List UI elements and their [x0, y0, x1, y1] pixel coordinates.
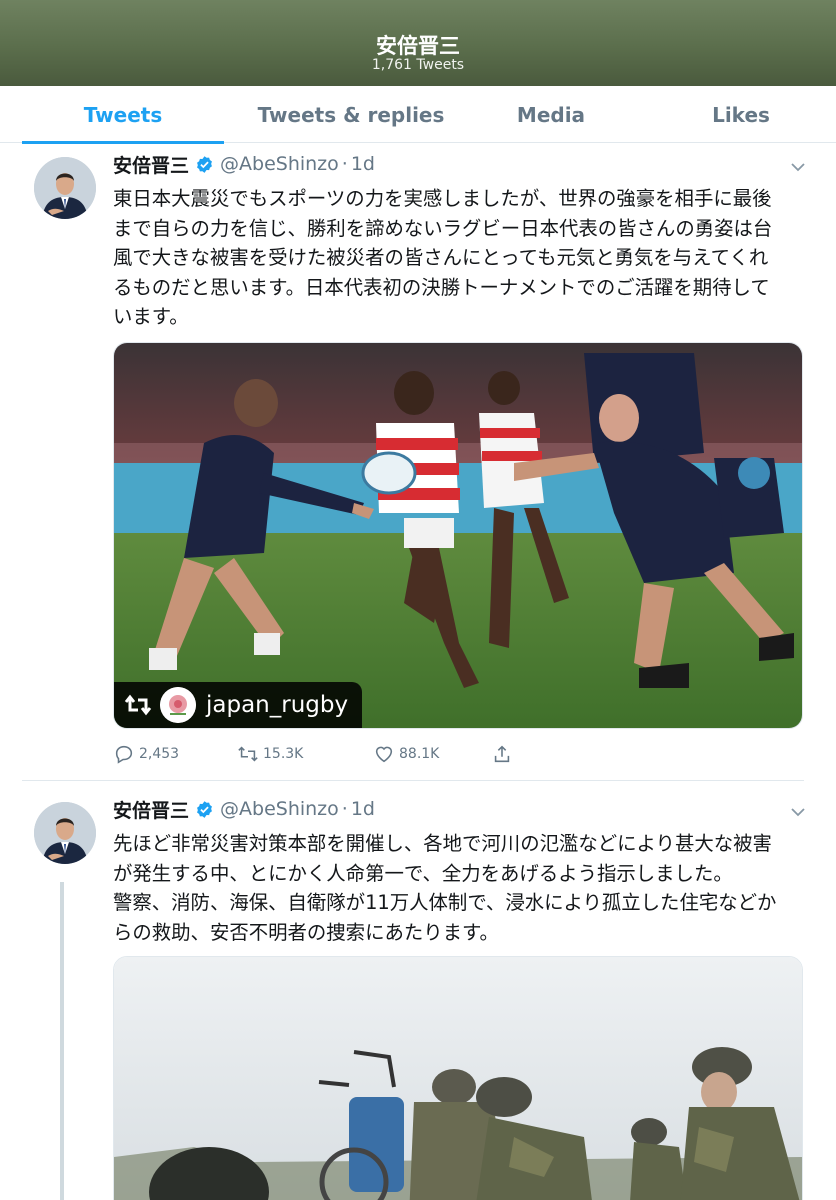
chevron-down-icon[interactable] — [790, 804, 806, 820]
profile-tabs: Tweets Tweets & replies Media Likes — [0, 86, 836, 144]
rescue-photo — [114, 957, 802, 1200]
tweet-handle[interactable]: @AbeShinzo — [220, 798, 339, 820]
chevron-down-icon[interactable] — [790, 159, 806, 175]
tweet-text-line: るものだと思います。日本代表初の決勝トーナメントでのご活躍を期待して — [113, 275, 770, 299]
tweet-timestamp[interactable]: 1d — [351, 153, 375, 175]
tweet-separator: · — [341, 798, 348, 820]
verified-icon — [197, 155, 212, 173]
tweet-text-line: います。 — [113, 305, 189, 328]
retweet-icon — [238, 746, 258, 762]
tweet-text-line: まで自らの力を信じ、勝利を諦めないラグビー日本代表の皆さんの勇姿は台 — [113, 216, 773, 240]
share-button[interactable] — [491, 743, 517, 765]
retweet-icon — [124, 694, 152, 716]
reply-count: 2,453 — [139, 746, 180, 762]
tweet-text-line: 風で大きな被害を受けた被災者の皆さんにとっても元気と勇気を与えてくれ — [113, 246, 769, 269]
share-icon — [494, 745, 510, 763]
like-count: 88.1K — [399, 746, 440, 762]
tweet-separator: · — [341, 153, 348, 175]
retweet-attribution[interactable]: japan_rugby — [114, 682, 362, 728]
profile-header: 安倍晋三 1,761 Tweets — [0, 0, 836, 86]
avatar[interactable] — [34, 802, 96, 864]
tweet-text-line: 先ほど非常災害対策本部を開催し、各地で河川の氾濫などにより甚大な被害 — [113, 832, 772, 855]
like-icon — [375, 746, 393, 763]
tab-likes[interactable]: Likes — [646, 86, 836, 143]
tweet-text-line: 東日本大震災でもスポーツの力を実感しましたが、世界の強豪を相手に最後 — [113, 187, 772, 210]
tweet-media-image[interactable] — [113, 956, 803, 1200]
rugby-photo — [114, 343, 802, 728]
like-button[interactable]: 88.1K — [373, 743, 491, 765]
tweet-actions: 2,453 15.3K 88.1K — [113, 742, 517, 766]
tweet-handle[interactable]: @AbeShinzo — [220, 153, 339, 175]
retweet-count: 15.3K — [263, 746, 304, 762]
tweet-media-image[interactable]: japan_rugby — [113, 342, 803, 729]
tweet-text-line: らの救助、安否不明者の捜索にあたります。 — [113, 920, 499, 944]
tweet[interactable]: 安倍晋三 @AbeShinzo · 1d 先ほど非常災害対策本部を開催し、各地で… — [0, 788, 836, 1200]
tweet-text-line: 警察、消防、海保、自衛隊が11万人体制で、浸水により孤立した住宅などか — [113, 891, 777, 914]
tweet[interactable]: 安倍晋三 @AbeShinzo · 1d 東日本大震災でもスポーツの力を実感しま… — [0, 143, 836, 779]
reply-button[interactable]: 2,453 — [113, 743, 237, 765]
tweet-text: 先ほど非常災害対策本部を開催し、各地で河川の氾濫などにより甚大な被害 が発生する… — [113, 829, 808, 947]
tweet-author-name[interactable]: 安倍晋三 — [113, 151, 189, 178]
tab-tweets[interactable]: Tweets — [0, 86, 246, 144]
retweet-button[interactable]: 15.3K — [237, 743, 373, 765]
header-tweet-count: 1,761 Tweets — [371, 57, 465, 73]
tab-media[interactable]: Media — [456, 86, 646, 143]
avatar[interactable] — [34, 157, 96, 219]
attribution-username: japan_rugby — [206, 692, 349, 718]
tweet-author-name[interactable]: 安倍晋三 — [113, 796, 189, 823]
tweet-divider — [22, 780, 804, 781]
thread-line — [60, 882, 64, 1200]
tweet-text: 東日本大震災でもスポーツの力を実感しましたが、世界の強豪を相手に最後 まで自らの… — [113, 184, 808, 332]
tab-tweets-and-replies[interactable]: Tweets & replies — [246, 86, 456, 143]
verified-icon — [197, 800, 212, 818]
japan-rugby-logo — [160, 687, 196, 723]
tweet-text-line: が発生する中、とにかく人命第一で、全力をあげるよう指示しました。 — [113, 861, 733, 885]
reply-icon — [115, 745, 133, 764]
header-name: 安倍晋三 — [376, 34, 460, 58]
tweet-timestamp[interactable]: 1d — [351, 798, 375, 820]
